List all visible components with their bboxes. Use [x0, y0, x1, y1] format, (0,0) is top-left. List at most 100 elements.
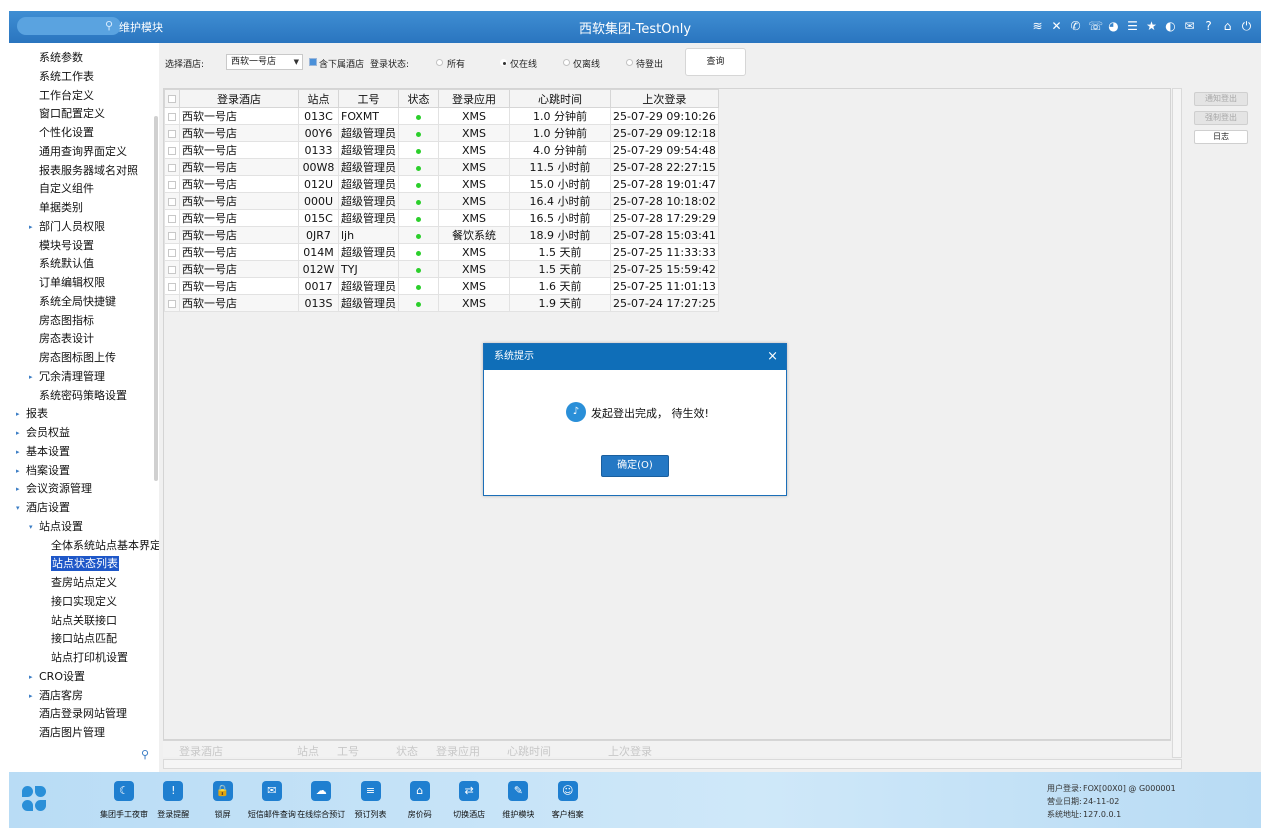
- close-icon[interactable]: ×: [767, 344, 778, 370]
- row-checkbox-cell[interactable]: [164, 260, 180, 278]
- row-checkbox-cell[interactable]: [164, 192, 180, 210]
- col-station[interactable]: 站点: [298, 89, 339, 108]
- select-all-checkbox[interactable]: [168, 95, 176, 103]
- sidebar-item[interactable]: 系统全局快捷键: [39, 293, 116, 311]
- power-icon[interactable]: ⏻: [1240, 18, 1253, 34]
- caret-down-icon[interactable]: ▾: [29, 518, 33, 536]
- row-checkbox-cell[interactable]: [164, 243, 180, 261]
- row-checkbox-cell[interactable]: [164, 277, 180, 295]
- force-logout-button[interactable]: 强制登出: [1194, 111, 1248, 125]
- row-checkbox[interactable]: [168, 282, 176, 291]
- row-checkbox[interactable]: [168, 112, 176, 121]
- sidebar-item[interactable]: 系统密码策略设置: [39, 387, 127, 405]
- table-row[interactable]: 西软一号店 014M 超级管理员 XMS 1.5 天前 25-07-25 11:33:33: [164, 243, 719, 261]
- table-row[interactable]: 西软一号店 00Y6 超级管理员 XMS 1.0 分钟前 25-07-29 09:12:1…: [164, 124, 719, 142]
- row-checkbox[interactable]: [168, 248, 176, 257]
- lock-icon[interactable]: 🔒: [212, 781, 233, 801]
- footer-col-heartbeat[interactable]: 心跳时间: [507, 743, 551, 759]
- caret-right-icon[interactable]: ▸: [29, 218, 33, 236]
- wifi-icon[interactable]: ≋: [1031, 18, 1044, 34]
- sidebar-item[interactable]: 模块号设置: [39, 237, 94, 255]
- footer-col-last-login[interactable]: 上次登录: [608, 743, 652, 759]
- tree-search-icon[interactable]: ⚲: [141, 748, 149, 761]
- include-sub-checkbox[interactable]: [309, 58, 317, 66]
- sidebar-item[interactable]: 站点状态列表: [51, 555, 119, 573]
- cloud-icon[interactable]: ☁: [311, 781, 332, 801]
- caret-right-icon[interactable]: ▸: [16, 405, 20, 423]
- table-row[interactable]: 西软一号店 00W8 超级管理员 XMS 11.5 小时前 25-07-28 22:27:…: [164, 158, 719, 176]
- help-icon[interactable]: ?: [1202, 18, 1215, 34]
- sidebar-item[interactable]: ▸ 酒店客房: [29, 687, 83, 705]
- row-checkbox[interactable]: [168, 129, 176, 138]
- switch-icon[interactable]: ⇄: [459, 781, 480, 801]
- caret-right-icon[interactable]: ▸: [16, 480, 20, 498]
- support-icon[interactable]: ☏: [1088, 18, 1103, 34]
- table-row[interactable]: 西软一号店 0017 超级管理员 XMS 1.6 天前 25-07-25 11:01:13: [164, 277, 719, 295]
- col-app[interactable]: 登录应用: [438, 89, 510, 108]
- grid-vertical-scrollbar[interactable]: [1172, 88, 1182, 758]
- col-status[interactable]: 状态: [398, 89, 439, 108]
- table-row[interactable]: 西软一号店 012U 超级管理员 XMS 15.0 小时前 25-07-28 19:01:…: [164, 175, 719, 193]
- sidebar-item[interactable]: ▾ 站点设置: [29, 518, 83, 536]
- radio-pending-logout[interactable]: [626, 59, 633, 66]
- row-checkbox-cell[interactable]: [164, 124, 180, 142]
- table-row[interactable]: 西软一号店 000U 超级管理员 XMS 16.4 小时前 25-07-28 10:18:…: [164, 192, 719, 210]
- sidebar-item[interactable]: 查房站点定义: [51, 574, 117, 592]
- grid-horizontal-scrollbar[interactable]: [163, 759, 1182, 769]
- sidebar-item[interactable]: 通用查询界面定义: [39, 143, 127, 161]
- sidebar-item[interactable]: ▸ 报表: [16, 405, 48, 423]
- sidebar-item[interactable]: ▾ 酒店设置: [16, 499, 70, 517]
- caret-right-icon[interactable]: ▸: [16, 443, 20, 461]
- footer-col-status[interactable]: 状态: [396, 743, 418, 759]
- profile-icon[interactable]: ☺: [557, 781, 578, 801]
- sidebar-item[interactable]: 窗口配置定义: [39, 105, 105, 123]
- table-row[interactable]: 西软一号店 015C 超级管理员 XMS 16.5 小时前 25-07-28 17:29:…: [164, 209, 719, 227]
- tools-icon[interactable]: ✕: [1050, 18, 1063, 34]
- caret-right-icon[interactable]: ▸: [16, 424, 20, 442]
- row-checkbox[interactable]: [168, 214, 176, 223]
- caret-right-icon[interactable]: ▸: [29, 668, 33, 686]
- house-icon[interactable]: ⌂: [409, 781, 430, 801]
- sidebar-item[interactable]: ▸ 基本设置: [16, 443, 70, 461]
- caret-right-icon[interactable]: ▸: [29, 368, 33, 386]
- caret-down-icon[interactable]: ▾: [16, 499, 20, 517]
- table-row[interactable]: 西软一号店 0133 超级管理员 XMS 4.0 分钟前 25-07-29 09:54:4…: [164, 141, 719, 159]
- row-checkbox-cell[interactable]: [164, 141, 180, 159]
- sidebar-item[interactable]: 工作台定义: [39, 87, 94, 105]
- sidebar-item[interactable]: 站点关联接口: [51, 612, 117, 630]
- taskbar-button[interactable]: ☺ 客户档案: [538, 781, 598, 820]
- footer-col-staff-id[interactable]: 工号: [337, 743, 359, 759]
- radio-all[interactable]: [436, 59, 443, 66]
- palette-icon[interactable]: ◕: [1107, 18, 1120, 34]
- sidebar-item[interactable]: 酒店登录网站管理: [39, 705, 127, 723]
- night-audit-icon[interactable]: ☾: [114, 781, 134, 801]
- sidebar-item[interactable]: 全体系统站点基本界定: [51, 537, 159, 555]
- mail-icon[interactable]: ✉: [261, 781, 282, 801]
- sidebar-item[interactable]: 酒店图片管理: [39, 724, 105, 742]
- row-checkbox-cell[interactable]: [164, 158, 180, 176]
- moon-icon[interactable]: ◐: [1164, 18, 1177, 34]
- row-checkbox-cell[interactable]: [164, 226, 180, 244]
- sidebar-item[interactable]: 房态图指标: [39, 312, 94, 330]
- radio-online[interactable]: [500, 59, 507, 66]
- row-checkbox[interactable]: [168, 197, 176, 206]
- row-checkbox-cell[interactable]: [164, 209, 180, 227]
- col-staff-id[interactable]: 工号: [338, 89, 399, 108]
- sidebar-item[interactable]: 系统参数: [39, 49, 83, 67]
- sidebar-item[interactable]: 个性化设置: [39, 124, 94, 142]
- footer-col-station[interactable]: 站点: [297, 743, 319, 759]
- row-checkbox-cell[interactable]: [164, 107, 180, 125]
- star-icon[interactable]: ★: [1145, 18, 1158, 34]
- select-all-checkbox-cell[interactable]: [164, 89, 180, 108]
- sidebar-item[interactable]: 接口站点匹配: [51, 630, 117, 648]
- sidebar-item[interactable]: 自定义组件: [39, 180, 94, 198]
- sidebar-item[interactable]: 房态表设计: [39, 330, 94, 348]
- phone-icon[interactable]: ✆: [1069, 18, 1082, 34]
- row-checkbox[interactable]: [168, 265, 176, 274]
- ok-button[interactable]: 确定(O): [601, 455, 669, 477]
- table-row[interactable]: 西软一号店 012W TYJ XMS 1.5 天前 25-07-25 15:59:42: [164, 260, 719, 278]
- col-heartbeat[interactable]: 心跳时间: [509, 89, 611, 108]
- sidebar-item[interactable]: 接口实现定义: [51, 593, 117, 611]
- menu-icon[interactable]: ☰: [1126, 18, 1139, 34]
- row-checkbox[interactable]: [168, 299, 176, 308]
